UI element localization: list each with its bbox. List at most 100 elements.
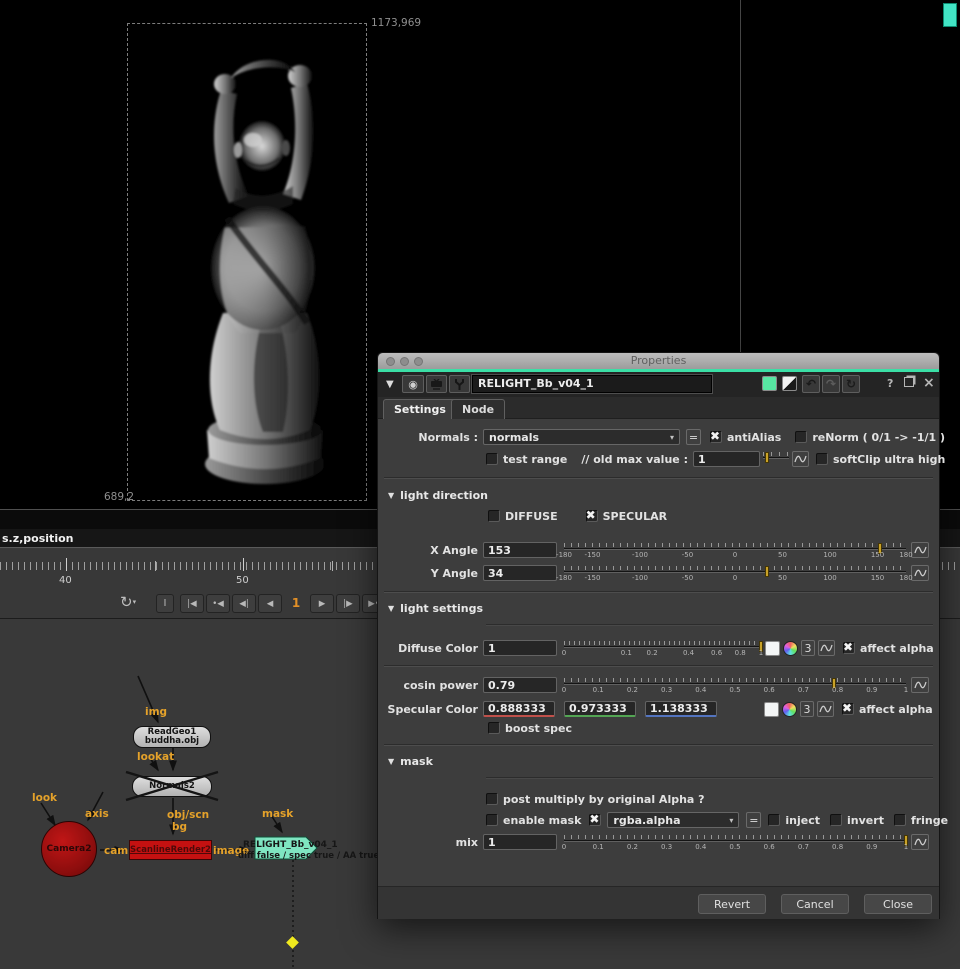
cosin-power-input[interactable]: 0.79 <box>483 677 557 693</box>
curve-icon <box>794 455 807 463</box>
step-back-button[interactable]: ◀| <box>232 594 256 613</box>
test-range-checkbox[interactable] <box>486 453 498 465</box>
diffuse-color-input[interactable]: 1 <box>483 640 557 656</box>
antialias-checkbox-checked[interactable]: ✖ <box>710 429 722 443</box>
curve-button[interactable] <box>911 542 929 558</box>
curve-button[interactable] <box>818 640 835 656</box>
monitor-output-button[interactable] <box>426 375 447 393</box>
color-wheel-button[interactable] <box>782 701 797 717</box>
goto-start-button[interactable]: |◀ <box>180 594 204 613</box>
redo-button-disabled[interactable]: ↷ <box>822 375 840 393</box>
curve-icon <box>913 838 927 846</box>
dag-label-mask: mask <box>262 808 294 820</box>
old-max-input[interactable]: 1 <box>692 451 760 467</box>
properties-panel: Properties ▼ ◉ RELIGHT_Bb_v04_1 ↶ ↷ ↻ ? … <box>377 352 948 919</box>
cosin-power-slider[interactable]: 0 0.1 0.2 0.3 0.4 0.5 0.6 0.7 0.8 0.9 1 <box>562 677 908 694</box>
x-angle-slider[interactable]: -180 -150 -100 -50 0 50 100 150 180 <box>556 542 913 559</box>
curve-button[interactable] <box>911 834 929 850</box>
curve-button[interactable] <box>911 565 929 581</box>
close-panel-button[interactable]: × <box>923 375 935 391</box>
node-scanlinerender[interactable]: ScanlineRender2 <box>129 840 212 860</box>
step-back-icon: ◀| <box>239 598 249 609</box>
prev-keyframe-button[interactable]: •◀ <box>206 594 230 613</box>
fringe-checkbox[interactable] <box>893 814 906 826</box>
node-color-swatch[interactable] <box>762 376 777 391</box>
light-settings-header[interactable]: ▼ light settings <box>388 601 483 615</box>
loop-mode-button[interactable]: ↻▾ <box>120 593 136 611</box>
channels-count-button[interactable]: 3 <box>801 640 815 656</box>
node-camera[interactable]: Camera2 <box>41 821 97 877</box>
x-angle-input[interactable]: 153 <box>483 542 557 558</box>
tab-node[interactable]: Node <box>451 399 506 419</box>
channels-count-button[interactable]: 3 <box>800 701 814 717</box>
y-angle-input[interactable]: 34 <box>483 565 557 581</box>
window-title: Properties <box>630 354 687 367</box>
center-icon: ◉ <box>408 377 418 391</box>
affect-alpha-checkbox-checked[interactable]: ✖ <box>842 701 854 715</box>
specular-checkbox-checked[interactable]: ✖ <box>585 508 598 522</box>
specular-b-input[interactable]: 1.138333 <box>645 701 717 717</box>
old-max-mini-slider[interactable] <box>762 451 789 467</box>
chevron-down-icon: ▾ <box>729 815 734 825</box>
node-name-field[interactable]: RELIGHT_Bb_v04_1 <box>472 375 712 393</box>
gl-color-swatch[interactable] <box>782 376 797 391</box>
equals-button[interactable]: = <box>746 812 762 828</box>
play-icon: ▶ <box>318 598 326 609</box>
y-angle-slider[interactable]: -180 -150 -100 -50 0 50 100 150 180 <box>556 565 913 582</box>
play-button[interactable]: ▶ <box>310 594 334 613</box>
close-button[interactable]: Close <box>864 894 932 914</box>
curve-button[interactable] <box>817 701 834 717</box>
renorm-checkbox[interactable] <box>795 431 808 443</box>
diffuse-color-slider[interactable]: 0 0.1 0.2 0.4 0.6 0.8 1 <box>562 640 763 657</box>
affect-alpha-checkbox-checked[interactable]: ✖ <box>843 640 855 654</box>
refresh-icon: ↻ <box>845 377 857 391</box>
invert-checkbox[interactable] <box>830 814 843 826</box>
enable-mask-checkbox[interactable] <box>486 814 498 826</box>
curve-button[interactable] <box>791 451 809 467</box>
tab-settings[interactable]: Settings <box>383 399 457 419</box>
help-button[interactable]: ? <box>887 377 893 390</box>
panel-body: Normals : normals ▾ = ✖ antiAlias reNorm… <box>378 419 948 886</box>
collapse-triangle-icon[interactable]: ▼ <box>386 379 394 390</box>
wrench-button[interactable] <box>449 375 470 393</box>
mix-slider[interactable]: 0 0.1 0.2 0.3 0.4 0.5 0.6 0.7 0.8 0.9 1 <box>562 834 908 851</box>
diffuse-checkbox[interactable] <box>488 510 500 522</box>
light-direction-header[interactable]: ▼ light direction <box>388 488 488 502</box>
color-wheel-button[interactable] <box>783 640 798 656</box>
post-multiply-checkbox[interactable] <box>486 793 498 805</box>
revert-button[interactable]: Revert <box>698 894 766 914</box>
slider-handle[interactable] <box>764 452 769 463</box>
cosin-power-label: cosin power <box>403 678 478 692</box>
mask-channel-dropdown[interactable]: rgba.alpha ▾ <box>607 812 740 828</box>
mask-channel-checkbox-checked[interactable]: ✖ <box>589 812 602 826</box>
cancel-button[interactable]: Cancel <box>781 894 849 914</box>
x-angle-label: X Angle <box>430 543 478 557</box>
ruler-major-tick <box>66 558 67 571</box>
frame-increment-button[interactable]: I <box>156 594 174 613</box>
node-readgeo[interactable]: ReadGeo1 buddha.obj <box>133 726 211 748</box>
specular-r-input[interactable]: 0.888333 <box>483 701 555 717</box>
specular-g-input[interactable]: 0.973333 <box>564 701 636 717</box>
wrench-icon <box>455 378 464 390</box>
revert-sync-button[interactable]: ↻ <box>842 375 860 393</box>
equals-button[interactable]: = <box>686 429 701 445</box>
y-angle-label: Y Angle <box>430 566 478 580</box>
undo-button[interactable]: ↶ <box>802 375 820 393</box>
center-node-button[interactable]: ◉ <box>402 375 424 393</box>
color-swatch-button[interactable] <box>765 640 780 656</box>
color-swatch-button[interactable] <box>764 701 779 717</box>
step-forward-button[interactable]: |▶ <box>336 594 360 613</box>
float-window-icon[interactable] <box>904 377 914 387</box>
boost-spec-checkbox[interactable] <box>488 722 500 734</box>
mix-input[interactable]: 1 <box>483 834 557 850</box>
play-backward-button[interactable]: ◀ <box>258 594 282 613</box>
mask-header[interactable]: ▼ mask <box>388 754 433 768</box>
panel-titlebar[interactable]: Properties <box>378 353 939 369</box>
normals-dropdown[interactable]: normals ▾ <box>483 429 680 445</box>
current-frame-field[interactable]: 1 <box>284 596 308 610</box>
boost-spec-label: boost spec <box>505 721 573 735</box>
inject-checkbox[interactable] <box>768 814 781 826</box>
softclip-checkbox[interactable] <box>815 453 828 465</box>
curve-button[interactable] <box>911 677 929 693</box>
undo-icon: ↶ <box>805 377 817 391</box>
